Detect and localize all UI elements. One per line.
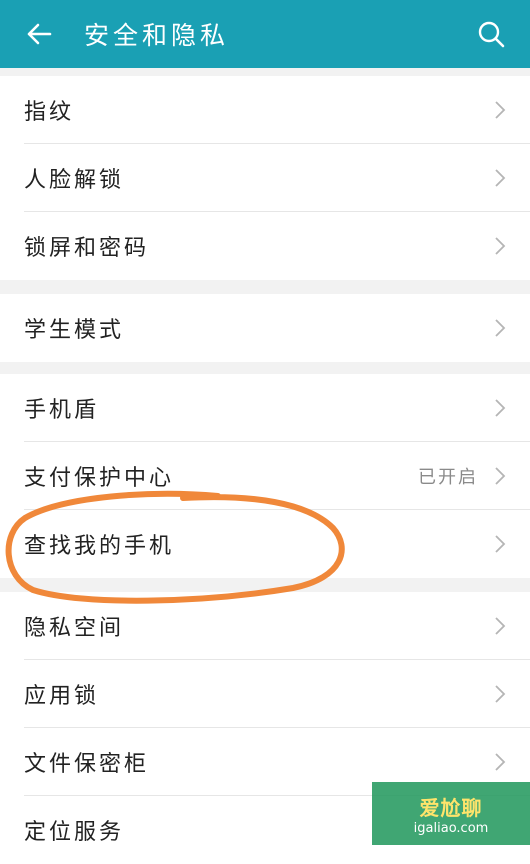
chevron-right-icon <box>495 535 506 553</box>
chevron-right-icon <box>495 399 506 417</box>
settings-item-label: 支付保护中心 <box>24 466 175 491</box>
watermark-logo: 爱尬聊 igaliao.com <box>372 782 530 845</box>
app-header: 安全和隐私 <box>0 0 530 68</box>
settings-item-student-mode[interactable]: 学生模式 <box>0 294 530 362</box>
settings-item-label: 定位服务 <box>24 820 125 845</box>
chevron-right-icon <box>495 685 506 703</box>
settings-item-label: 人脸解锁 <box>24 168 125 193</box>
settings-item-label: 锁屏和密码 <box>24 236 150 261</box>
chevron-right-icon <box>495 169 506 187</box>
settings-group-3: 手机盾 支付保护中心 已开启 查找我的手机 <box>0 374 530 578</box>
settings-item-payment-protection[interactable]: 支付保护中心 已开启 <box>0 442 530 510</box>
settings-item-fingerprint[interactable]: 指纹 <box>0 76 530 144</box>
settings-item-label: 指纹 <box>24 100 75 125</box>
chevron-right-icon <box>495 467 506 485</box>
search-icon <box>478 21 505 48</box>
search-button[interactable] <box>476 19 506 49</box>
chevron-right-icon <box>495 617 506 635</box>
chevron-right-icon <box>495 237 506 255</box>
arrow-left-icon <box>27 23 52 45</box>
settings-group-1: 指纹 人脸解锁 锁屏和密码 <box>0 76 530 280</box>
settings-item-private-space[interactable]: 隐私空间 <box>0 592 530 660</box>
chevron-right-icon <box>495 753 506 771</box>
back-button[interactable] <box>24 19 54 49</box>
settings-item-find-my-phone[interactable]: 查找我的手机 <box>0 510 530 578</box>
settings-item-face-unlock[interactable]: 人脸解锁 <box>0 144 530 212</box>
chevron-right-icon <box>495 319 506 337</box>
settings-item-phone-shield[interactable]: 手机盾 <box>0 374 530 442</box>
status-text: 已开启 <box>418 467 478 488</box>
settings-item-label: 手机盾 <box>24 398 100 423</box>
settings-item-label: 文件保密柜 <box>24 752 150 777</box>
watermark-url: igaliao.com <box>413 820 489 836</box>
settings-item-app-lock[interactable]: 应用锁 <box>0 660 530 728</box>
settings-group-2: 学生模式 <box>0 294 530 362</box>
chevron-right-icon <box>495 101 506 119</box>
settings-item-label: 查找我的手机 <box>24 534 175 559</box>
settings-item-label: 学生模式 <box>24 318 125 343</box>
settings-item-lock-screen[interactable]: 锁屏和密码 <box>0 212 530 280</box>
settings-item-label: 隐私空间 <box>24 616 125 641</box>
settings-item-label: 应用锁 <box>24 684 100 709</box>
watermark-text: 爱尬聊 <box>419 795 483 820</box>
page-title: 安全和隐私 <box>84 21 230 50</box>
